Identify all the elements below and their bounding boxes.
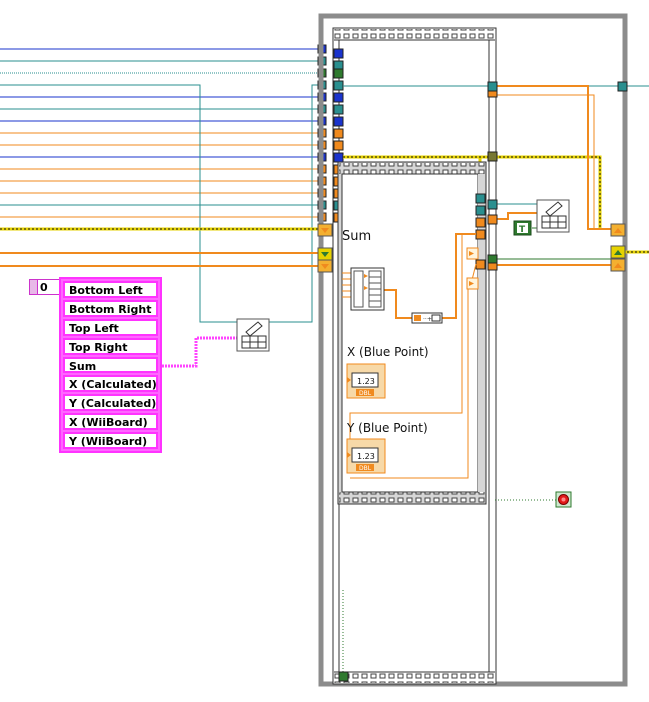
stop-terminal[interactable] — [555, 491, 572, 508]
string-array-item[interactable]: Top Right — [63, 337, 158, 355]
x-blue-point-indicator[interactable]: 1.23 DBL — [346, 363, 386, 399]
index-array-node[interactable] — [350, 267, 385, 311]
string-array-item[interactable]: X (Calculated) — [63, 375, 158, 393]
y-blue-point-indicator[interactable]: 1.23 DBL — [346, 438, 386, 474]
string-array-item[interactable]: Y (WiiBoard) — [63, 432, 158, 450]
string-array-item[interactable]: Y (Calculated) — [63, 394, 158, 412]
shift-register-left — [317, 223, 333, 273]
sum-array-node[interactable]: ··+ — [411, 312, 443, 324]
string-array-item[interactable]: Sum — [63, 356, 158, 374]
sum-label: Sum — [342, 229, 372, 244]
string-array-constant[interactable]: Bottom Left Bottom Right Top Left Top Ri… — [59, 277, 162, 453]
y-indicator-type: DBL — [359, 465, 372, 472]
string-array-wire — [162, 336, 238, 368]
x-indicator-type: DBL — [359, 390, 372, 397]
build-table-node-right[interactable] — [536, 199, 570, 233]
x-indicator-value: 1.23 — [357, 377, 375, 386]
build-table-node-left[interactable] — [236, 318, 270, 352]
x-blue-point-label: X (Blue Point) — [347, 345, 429, 359]
y-indicator-value: 1.23 — [357, 452, 375, 461]
string-array-item[interactable]: Bottom Right — [63, 299, 158, 317]
string-array-item[interactable]: X (WiiBoard) — [63, 413, 158, 431]
string-array-item[interactable]: Top Left — [63, 318, 158, 336]
svg-text:··+: ··+ — [423, 316, 432, 323]
loop-bottom-tunnel — [338, 671, 349, 682]
array-index-display[interactable]: 0 — [29, 279, 61, 295]
string-array-item[interactable]: Bottom Left — [63, 281, 158, 298]
array-index-value: 0 — [40, 280, 48, 294]
main-wires — [0, 227, 322, 267]
y-blue-point-label: Y (Blue Point) — [347, 421, 428, 435]
index-spinner[interactable] — [30, 280, 38, 294]
boolean-true-constant[interactable]: T — [513, 220, 532, 236]
boolean-true-label: T — [519, 225, 526, 235]
